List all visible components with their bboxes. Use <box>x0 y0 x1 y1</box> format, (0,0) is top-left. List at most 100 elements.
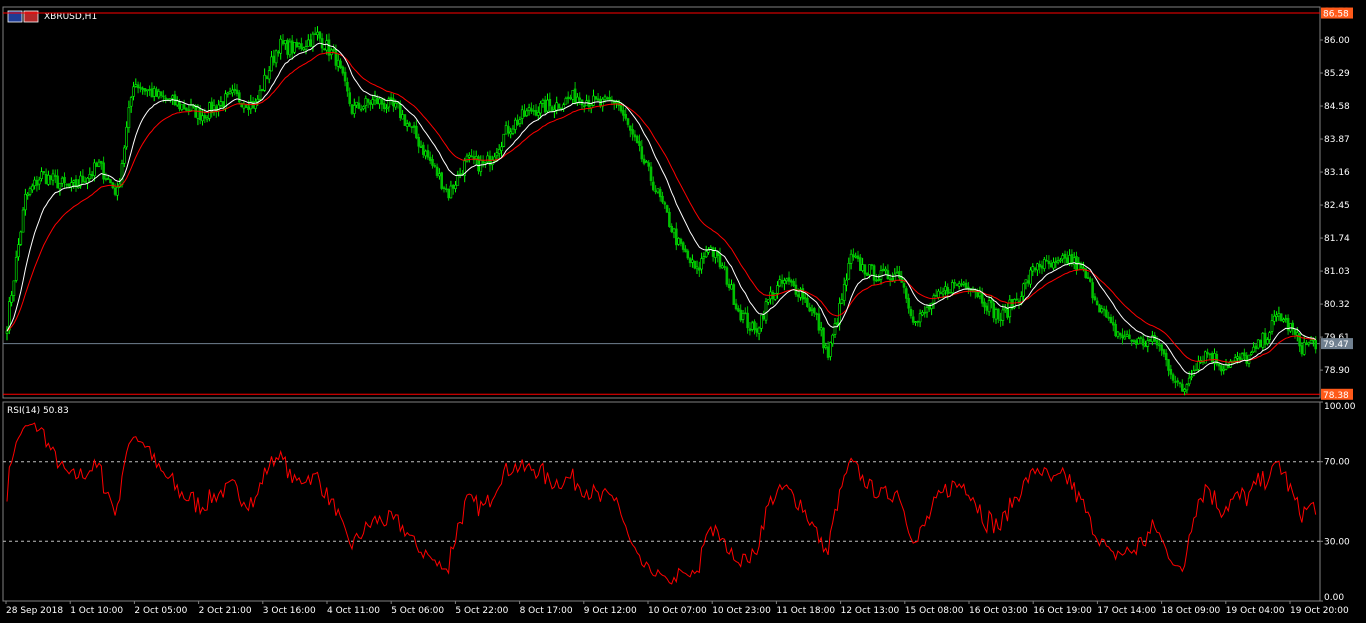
candle-body <box>1082 267 1085 270</box>
candle-body <box>651 181 655 191</box>
candle-body <box>178 100 181 110</box>
candle-body <box>720 265 724 269</box>
candle-body <box>785 278 789 282</box>
candle-body <box>608 97 611 101</box>
candle-body <box>187 109 190 112</box>
candle-body <box>162 95 165 98</box>
candle-body <box>1128 334 1131 339</box>
candle-body <box>398 103 402 119</box>
candle-body <box>30 185 34 191</box>
candle-body <box>1135 340 1138 345</box>
candle-body <box>1302 342 1306 355</box>
candle-body <box>921 311 924 316</box>
candle-body <box>1063 253 1067 259</box>
candle-body <box>1049 262 1053 268</box>
candle-body <box>26 193 30 196</box>
candle-body <box>139 86 142 89</box>
candle-body <box>141 88 144 90</box>
candle-body <box>1254 345 1258 350</box>
candle-body <box>746 312 749 329</box>
candle-body <box>789 280 793 283</box>
candle-body <box>727 283 731 289</box>
candle-body <box>594 96 598 100</box>
time-tick-label: 17 Oct 14:00 <box>1097 606 1156 616</box>
candle-body <box>978 292 982 297</box>
time-tick-label: 15 Oct 08:00 <box>905 606 964 616</box>
candle-body <box>134 84 138 87</box>
candle-body <box>339 60 342 69</box>
candle-body <box>983 301 986 308</box>
candle-body <box>37 179 41 185</box>
candle-body <box>909 308 913 317</box>
candle-body <box>893 273 897 282</box>
candle-body <box>711 247 715 257</box>
candle-body <box>348 92 352 104</box>
candle-body <box>757 327 761 334</box>
candle-body <box>67 183 71 187</box>
time-tick-label: 16 Oct 19:00 <box>1033 606 1092 616</box>
candle-body <box>527 107 531 111</box>
current-price-tag: 79.47 <box>1323 340 1349 350</box>
candle-body <box>530 108 533 112</box>
candle-body <box>313 33 317 35</box>
candle-body <box>962 282 966 285</box>
price-tick-label: 85.29 <box>1324 69 1350 79</box>
chart-canvas[interactable]: XBRUSD,H186.7186.0085.2984.5883.8783.168… <box>0 0 1366 623</box>
candle-body <box>392 98 395 107</box>
time-tick-label: 16 Oct 03:00 <box>969 606 1028 616</box>
candle-body <box>309 39 312 47</box>
candle-body <box>1240 353 1244 360</box>
time-tick-label: 8 Oct 17:00 <box>520 606 573 616</box>
candle-body <box>842 284 846 301</box>
candle-body <box>755 328 759 333</box>
candle-body <box>454 184 457 189</box>
candle-body <box>663 202 667 205</box>
candle-body <box>1054 261 1058 264</box>
candle-body <box>10 295 13 303</box>
candle-body <box>1282 319 1285 322</box>
candle-body <box>525 110 529 116</box>
candle-body <box>649 166 653 181</box>
candle-body <box>375 98 379 105</box>
candle-body <box>293 42 296 53</box>
candle-body <box>477 156 480 172</box>
candle-body <box>930 303 933 309</box>
candle-body <box>433 165 437 167</box>
candle-body <box>364 98 368 106</box>
candle-body <box>994 309 998 320</box>
candle-body <box>447 189 450 199</box>
candle-body <box>872 265 876 281</box>
candle-body <box>550 106 554 112</box>
candle-body <box>171 95 174 99</box>
candle-body <box>1029 269 1032 285</box>
candle-body <box>861 264 864 271</box>
candle-body <box>316 31 319 36</box>
candle-body <box>737 308 740 312</box>
candle-body <box>684 248 687 253</box>
candle-body <box>116 187 119 196</box>
time-tick-label: 12 Oct 13:00 <box>841 606 900 616</box>
candle-body <box>152 88 156 97</box>
candle-body <box>569 97 572 100</box>
candle-body <box>1100 308 1104 313</box>
candle-body <box>674 228 678 246</box>
candle-body <box>1238 356 1242 361</box>
time-tick-label: 9 Oct 12:00 <box>584 606 637 616</box>
candle-body <box>1167 359 1170 371</box>
candle-body <box>265 76 269 80</box>
candle-body <box>1183 389 1186 392</box>
candle-body <box>102 162 105 180</box>
candle-body <box>306 39 310 47</box>
candle-body <box>369 102 372 105</box>
candle-body <box>702 256 706 259</box>
candle-body <box>1197 360 1200 370</box>
price-tick-label: 83.16 <box>1324 168 1350 178</box>
candle-body <box>509 131 513 135</box>
candle-body <box>748 328 752 331</box>
candle-body <box>346 81 349 92</box>
candle-body <box>693 260 697 269</box>
chart-window[interactable]: XBRUSD,H186.7186.0085.2984.5883.8783.168… <box>0 0 1366 623</box>
candle-body <box>228 91 232 95</box>
candle-body <box>911 316 915 323</box>
candle-body <box>624 113 628 119</box>
